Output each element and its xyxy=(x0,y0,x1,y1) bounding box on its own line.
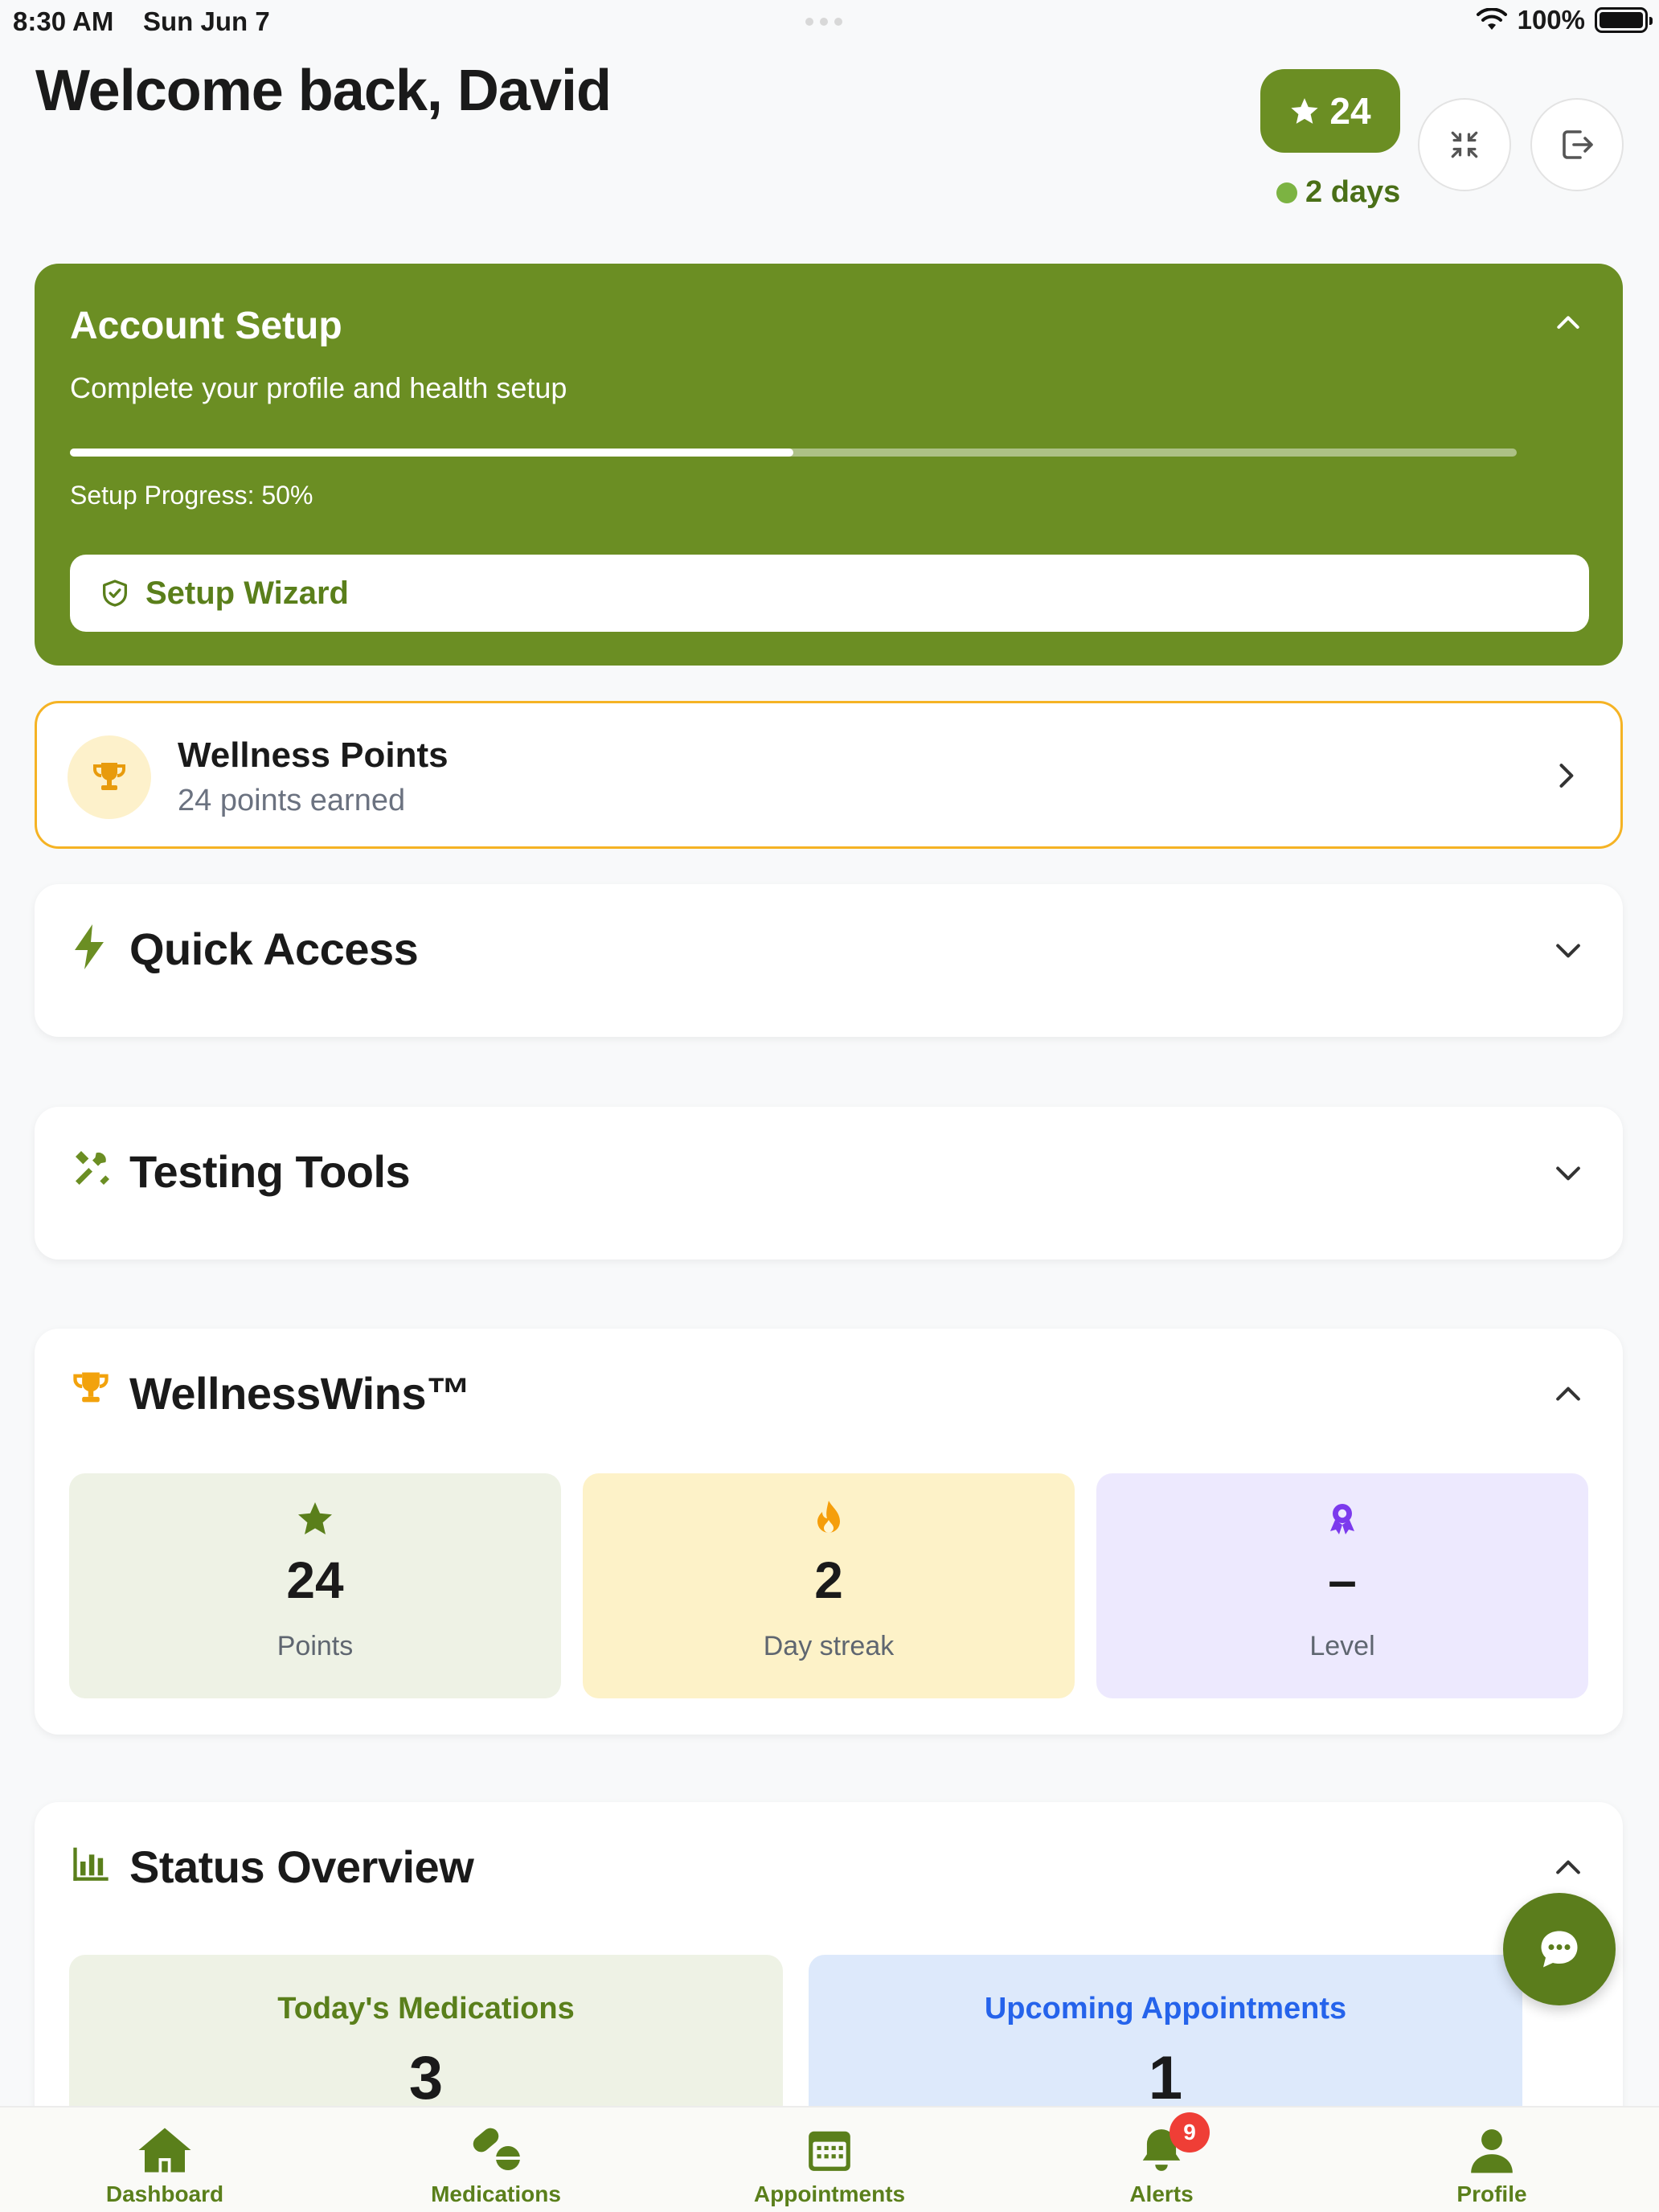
trophy-badge xyxy=(68,735,151,819)
status-tile-label: Today's Medications xyxy=(277,1992,575,2026)
battery-icon xyxy=(1595,7,1653,33)
pills-icon xyxy=(473,2128,520,2170)
quick-access-title: Quick Access xyxy=(129,924,419,974)
day-streak-stat-tile: 2 Day streak xyxy=(583,1473,1075,1698)
chat-button[interactable] xyxy=(1503,1893,1616,2005)
tab-label: Profile xyxy=(1456,2181,1527,2206)
testing-tools-section[interactable]: Testing Tools xyxy=(35,1107,1623,1260)
testing-tools-title: Testing Tools xyxy=(129,1146,411,1197)
bar-chart-icon xyxy=(73,1847,109,1881)
streak-indicator: 2 days xyxy=(1276,175,1400,210)
collapse-all-button[interactable] xyxy=(1418,98,1511,191)
points-badge[interactable]: 24 xyxy=(1260,69,1400,153)
chevron-down-icon[interactable] xyxy=(1550,1155,1586,1190)
account-setup-title: Account Setup xyxy=(70,305,342,347)
logout-button[interactable] xyxy=(1530,98,1624,191)
wellness-points-subtitle: 24 points earned xyxy=(178,784,406,817)
star-icon xyxy=(298,1502,332,1534)
chat-bubble-icon xyxy=(1541,1931,1578,1968)
tools-icon xyxy=(76,1151,109,1185)
chevron-right-icon xyxy=(1559,764,1574,788)
tab-label: Medications xyxy=(431,2181,561,2206)
shield-check-icon xyxy=(102,580,127,607)
status-date: Sun Jun 7 xyxy=(143,6,270,36)
streak-dot-icon xyxy=(1276,182,1297,203)
chevron-up-icon[interactable] xyxy=(1550,1377,1586,1412)
chevron-down-icon[interactable] xyxy=(1550,932,1586,968)
lightning-icon xyxy=(75,924,104,969)
stat-label: Level xyxy=(1309,1631,1375,1661)
points-stat-tile: 24 Points xyxy=(69,1473,561,1698)
stat-value: 2 xyxy=(814,1551,843,1609)
setup-wizard-label: Setup Wizard xyxy=(145,575,349,611)
tab-medications[interactable]: Medications xyxy=(399,2125,592,2207)
page-title: Welcome back, David xyxy=(35,59,612,123)
quick-access-section[interactable]: Quick Access xyxy=(35,884,1623,1037)
level-stat-tile: – Level xyxy=(1096,1473,1588,1698)
setup-progress-label: Setup Progress: 50% xyxy=(70,481,313,510)
user-icon xyxy=(1471,2129,1513,2173)
status-bar: 8:30 AM Sun Jun 7 100% xyxy=(0,0,1659,42)
tab-label: Alerts xyxy=(1129,2181,1194,2206)
home-icon xyxy=(138,2128,191,2173)
wellness-wins-title: WellnessWins™ xyxy=(129,1368,471,1419)
points-badge-value: 24 xyxy=(1329,90,1371,132)
alerts-badge: 9 xyxy=(1169,2112,1210,2153)
calendar-icon xyxy=(809,2131,850,2171)
trophy-icon xyxy=(73,1372,109,1403)
wellness-points-card[interactable]: Wellness Points 24 points earned xyxy=(35,701,1623,849)
battery-percent: 100% xyxy=(1517,5,1585,35)
stat-label: Points xyxy=(276,1631,354,1661)
chevron-up-icon[interactable] xyxy=(1552,307,1584,339)
multitasking-dots[interactable] xyxy=(805,18,842,26)
trophy-icon xyxy=(93,763,125,790)
collapse-icon xyxy=(1451,131,1478,158)
tab-profile[interactable]: Profile xyxy=(1395,2125,1588,2207)
status-tile-value: 3 xyxy=(408,2044,444,2112)
stat-label: Day streak xyxy=(763,1631,895,1661)
status-time: 8:30 AM xyxy=(13,6,114,36)
bottom-tab-bar: Dashboard Medications Appointments 9 Ale… xyxy=(0,2106,1659,2212)
wifi-icon xyxy=(1476,8,1507,30)
setup-progress-bar xyxy=(70,449,1517,457)
logout-icon xyxy=(1563,130,1593,159)
setup-progress-fill xyxy=(70,449,793,457)
tab-alerts[interactable]: 9 Alerts xyxy=(1065,2112,1258,2207)
account-setup-card: Account Setup Complete your profile and … xyxy=(35,264,1623,666)
tab-label: Dashboard xyxy=(105,2181,224,2206)
wellness-points-title: Wellness Points xyxy=(178,735,449,775)
account-setup-subtitle: Complete your profile and health setup xyxy=(70,371,567,404)
streak-label: 2 days xyxy=(1305,175,1401,209)
wellness-wins-section: WellnessWins™ 24 Points 2 Day streak – L… xyxy=(35,1329,1623,1735)
tab-appointments[interactable]: Appointments xyxy=(733,2125,926,2207)
status-tile-value: 1 xyxy=(1148,2044,1183,2112)
tab-dashboard[interactable]: Dashboard xyxy=(68,2125,261,2207)
stat-value: 24 xyxy=(286,1551,344,1609)
award-icon xyxy=(1330,1504,1354,1534)
stat-value: – xyxy=(1328,1551,1357,1609)
flame-icon xyxy=(817,1501,840,1533)
setup-wizard-button[interactable]: Setup Wizard xyxy=(70,555,1589,632)
status-overview-title: Status Overview xyxy=(129,1841,474,1892)
tab-label: Appointments xyxy=(753,2181,906,2206)
status-tile-label: Upcoming Appointments xyxy=(984,1992,1347,2026)
star-icon xyxy=(1291,98,1319,124)
chevron-up-icon[interactable] xyxy=(1550,1850,1586,1886)
